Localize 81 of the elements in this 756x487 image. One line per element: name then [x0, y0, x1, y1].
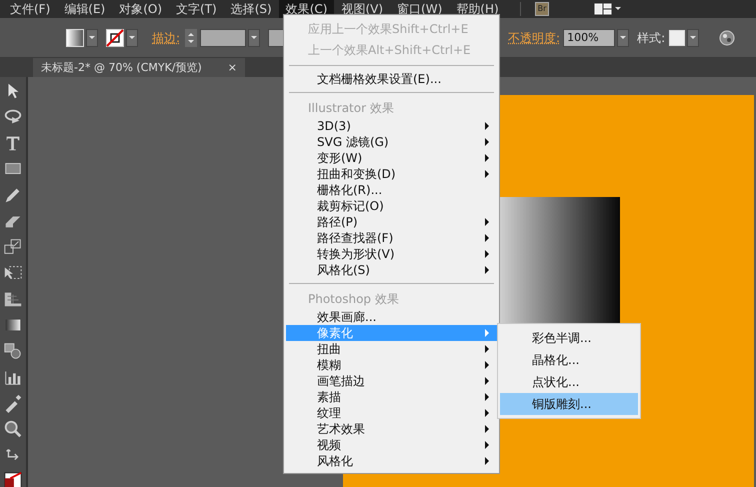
menu-item[interactable]: 裁剪标记(O) [286, 198, 497, 214]
dropdown-button[interactable] [617, 28, 630, 46]
menu-item-label: 变形(W) [317, 150, 362, 167]
menu-item-label: 素描 [317, 389, 341, 406]
menu-item-label: 栅格化(R)... [317, 182, 382, 199]
menu-item[interactable]: 彩色半调... [500, 327, 638, 349]
menu-item[interactable]: 素描 [286, 389, 497, 405]
tab-title: 未标题-2* @ 70% (CMYK/预览) [41, 60, 202, 76]
menu-item-label: 路径查找器(F) [317, 230, 394, 247]
style-label: 样式: [637, 30, 666, 46]
menu-item-label: 像素化 [317, 325, 353, 342]
menu-item-label: 风格化 [317, 453, 353, 470]
menu-item[interactable]: 选择(S) [224, 0, 279, 18]
menu-item[interactable]: 栅格化(R)... [286, 182, 497, 198]
menu-item-label: SVG 滤镜(G) [317, 134, 389, 151]
section-header: Photoshop 效果 [307, 291, 400, 308]
menu-item[interactable]: 点状化... [500, 371, 638, 393]
menu-item-label: 扭曲 [317, 341, 341, 358]
menu-item[interactable]: 文字(T) [169, 0, 224, 18]
menu-item[interactable]: 文件(F) [3, 0, 58, 18]
stroke-weight-field[interactable] [200, 28, 246, 46]
menu-item-label: 风格化(S) [317, 262, 370, 279]
stroke-label: 描边: [152, 30, 180, 46]
bridge-button[interactable]: Br [534, 2, 550, 16]
section-header: Illustrator 效果 [307, 100, 395, 117]
menu-item[interactable]: 扭曲和变换(D) [286, 166, 497, 182]
menu-item[interactable]: SVG 滤镜(G) [286, 134, 497, 150]
menu-item-label: 画笔描边 [317, 373, 365, 390]
opacity-field[interactable]: 100% [563, 28, 616, 46]
menu-item[interactable]: 风格化 [286, 453, 497, 469]
menu-item[interactable]: 效果画廊... [286, 309, 497, 325]
layout-icon[interactable] [593, 2, 624, 16]
menu-item-label: 路径(P) [317, 214, 358, 231]
menu-item[interactable]: 铜版雕刻... [500, 393, 638, 415]
menu-item[interactable]: 晶格化... [500, 349, 638, 371]
menu-item[interactable]: 文档栅格效果设置(E)... [286, 71, 497, 87]
menu-item[interactable]: 模糊 [286, 357, 497, 373]
menu-item-label: 艺术效果 [317, 421, 365, 438]
menu-item[interactable]: 扭曲 [286, 341, 497, 357]
dropdown-button[interactable] [687, 28, 700, 46]
menu-item[interactable]: 帮助(H) [449, 0, 506, 18]
globe-icon[interactable] [719, 30, 736, 46]
shortcut-label: Alt+Shift+Ctrl+E [368, 42, 472, 58]
stroke-none-swatch[interactable] [106, 28, 124, 46]
menu-item[interactable]: 路径查找器(F) [286, 230, 497, 246]
menu-item-label: 文档栅格效果设置(E)... [317, 71, 442, 88]
dropdown-button[interactable] [86, 28, 98, 46]
menu-item[interactable]: 转换为形状(V) [286, 246, 497, 262]
menu-item[interactable]: 视图(V) [334, 0, 390, 18]
menu-item-label: 3D(3) [317, 118, 351, 135]
shortcut-label: Shift+Ctrl+E [392, 20, 470, 38]
menu-item-label: 上一个效果 [308, 42, 368, 58]
menu-item-label: 转换为形状(V) [317, 246, 395, 263]
spinner-icon[interactable] [185, 28, 198, 46]
fill-swatch[interactable] [66, 28, 84, 46]
menu-item[interactable]: 视频 [286, 437, 497, 453]
menu-item-label: 视频 [317, 437, 341, 454]
menu-item[interactable]: 路径(P) [286, 214, 497, 230]
opacity-label: 不透明度: [508, 30, 560, 46]
menu-item[interactable]: 编辑(E) [57, 0, 112, 18]
menu-item[interactable]: 画笔描边 [286, 373, 497, 389]
menu-item-label: 纹理 [317, 405, 341, 422]
menu-item[interactable]: 艺术效果 [286, 421, 497, 437]
menu-item[interactable]: 3D(3) [286, 118, 497, 134]
close-button[interactable]: × [228, 58, 237, 77]
style-swatch[interactable] [669, 30, 686, 46]
menu-item[interactable]: 风格化(S) [286, 262, 497, 278]
menu-item-label: 应用上一个效果 [308, 20, 392, 38]
dropdown-button[interactable] [126, 28, 138, 46]
document-tab[interactable]: 未标题-2* @ 70% (CMYK/预览) × [33, 58, 245, 77]
zoom-icon[interactable] [2, 419, 24, 439]
menu-item-label: 效果画廊... [317, 309, 376, 326]
fill-stroke-swatch-icon[interactable] [2, 471, 24, 487]
menu-item[interactable]: 对象(O) [112, 0, 170, 18]
menu-item[interactable]: 变形(W) [286, 150, 497, 166]
menu-item-label: 裁剪标记(O) [317, 198, 384, 215]
menu-item-label: 模糊 [317, 357, 341, 374]
menu-item[interactable]: 窗口(W) [390, 0, 450, 18]
dropdown-button[interactable] [248, 28, 260, 46]
menu-item-label: 扭曲和变换(D) [317, 166, 396, 183]
menu-item[interactable]: 纹理 [286, 405, 497, 421]
